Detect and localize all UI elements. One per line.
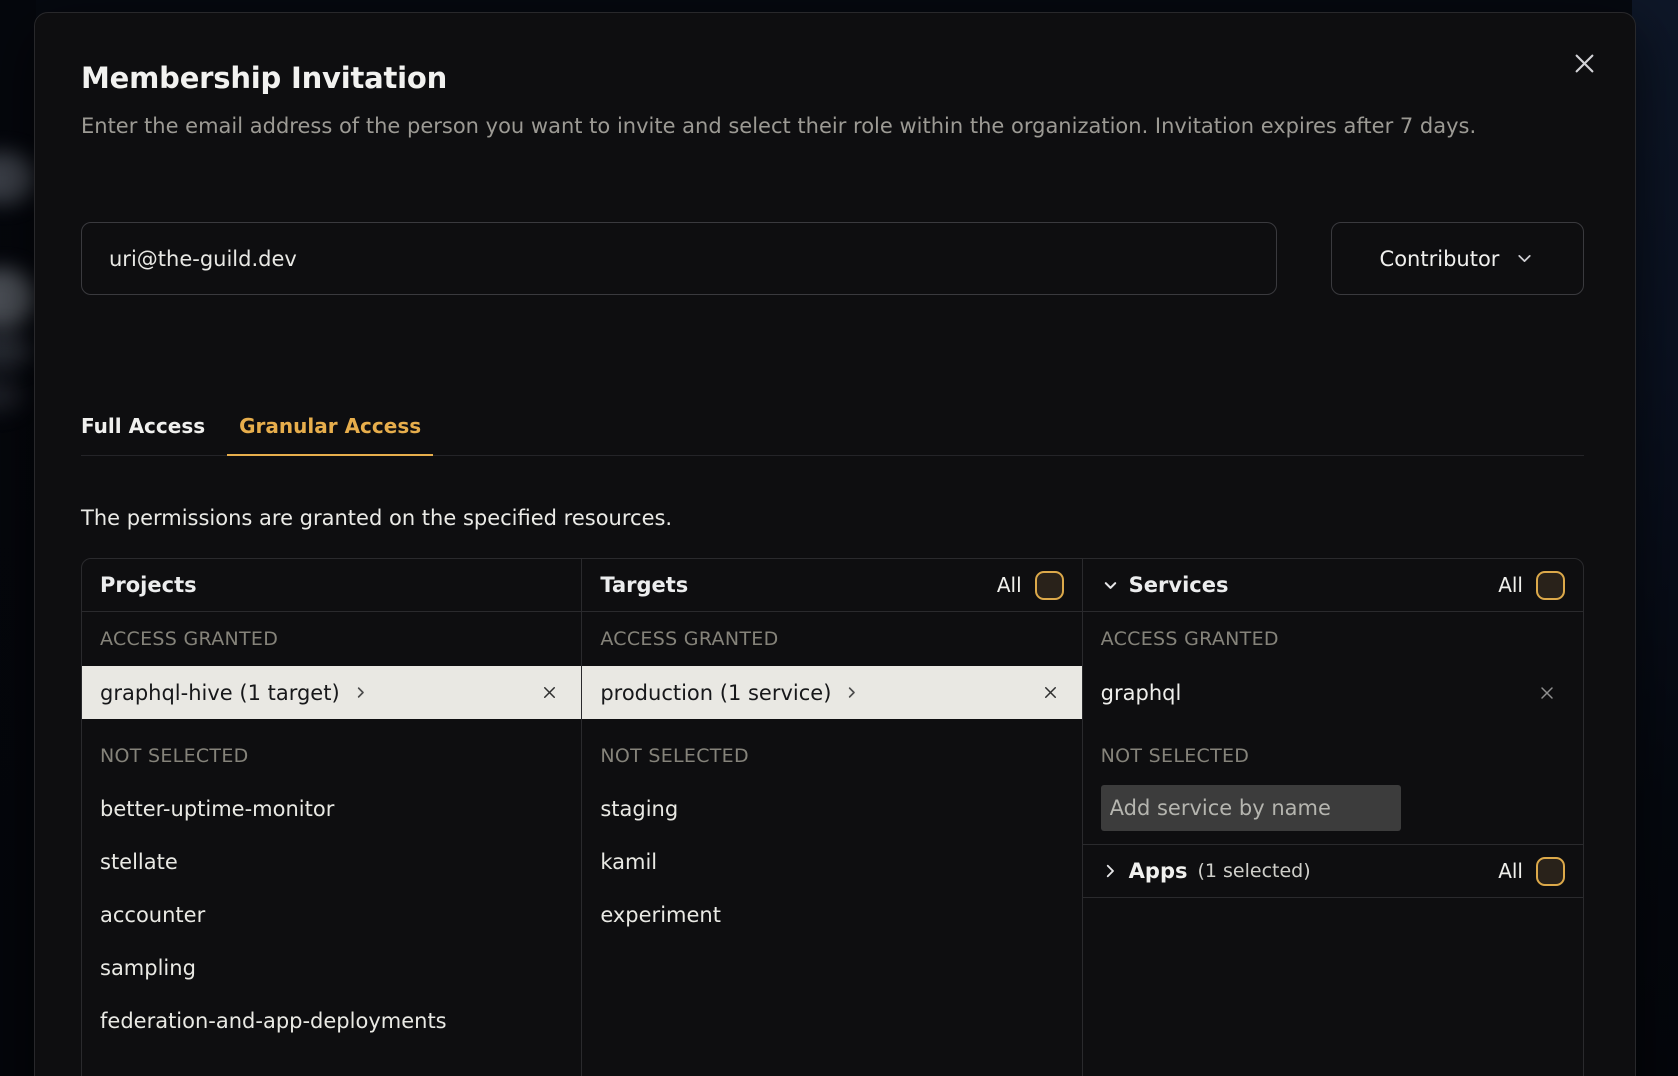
permissions-note: The permissions are granted on the speci… [81, 506, 672, 530]
target-granted-row[interactable]: production (1 service) [582, 666, 1081, 719]
service-granted-label: graphql [1101, 681, 1182, 705]
apps-selected-count: (1 selected) [1197, 860, 1310, 882]
project-item[interactable]: accounter [82, 888, 581, 941]
dialog-description: Enter the email address of the person yo… [81, 108, 1571, 145]
targets-column: Targets All ACCESS GRANTED production (1… [582, 559, 1082, 1076]
not-selected-label: NOT SELECTED [582, 729, 1081, 782]
page-background-right [1632, 0, 1678, 1076]
apps-all-label: All [1498, 859, 1523, 883]
apps-all-checkbox[interactable] [1536, 857, 1565, 886]
chevron-right-icon [353, 685, 368, 700]
service-granted-row: graphql [1083, 666, 1583, 719]
targets-all-checkbox[interactable] [1035, 571, 1064, 600]
tab-full-access[interactable]: Full Access [81, 414, 205, 455]
not-selected-label: NOT SELECTED [1083, 729, 1583, 782]
resources-table: Projects ACCESS GRANTED graphql-hive (1 … [81, 558, 1584, 1076]
access-tabs: Full Access Granular Access [81, 414, 1584, 456]
invite-email-input[interactable] [81, 222, 1277, 295]
page-background-left [0, 0, 36, 1076]
close-button[interactable] [1567, 46, 1601, 80]
target-item[interactable]: staging [582, 782, 1081, 835]
access-granted-label: ACCESS GRANTED [582, 612, 1081, 666]
project-granted-row[interactable]: graphql-hive (1 target) [82, 666, 581, 719]
project-item[interactable]: sampling [82, 941, 581, 994]
role-select-value: Contributor [1380, 247, 1500, 271]
add-service-input[interactable] [1101, 785, 1401, 831]
services-header[interactable]: Services All [1083, 559, 1583, 612]
projects-header-label: Projects [100, 573, 197, 597]
project-item[interactable]: federation-and-app-deployments [82, 994, 581, 1047]
access-granted-label: ACCESS GRANTED [1083, 612, 1583, 666]
apps-header-label: Apps [1129, 859, 1188, 883]
target-granted-label: production (1 service) [600, 681, 831, 705]
project-granted-label: graphql-hive (1 target) [100, 681, 340, 705]
chevron-down-icon [1514, 248, 1535, 269]
services-header-label: Services [1129, 573, 1229, 597]
background-blur-blob [0, 152, 36, 204]
close-icon [1571, 50, 1598, 77]
close-icon [1041, 683, 1060, 702]
services-all-label: All [1498, 573, 1523, 597]
targets-all-label: All [997, 573, 1022, 597]
remove-service-button[interactable] [1537, 683, 1557, 703]
targets-header: Targets All [582, 559, 1081, 612]
target-item[interactable]: kamil [582, 835, 1081, 888]
services-all-checkbox[interactable] [1536, 571, 1565, 600]
targets-header-label: Targets [600, 573, 688, 597]
dialog-title: Membership Invitation [81, 61, 447, 95]
project-item[interactable]: stellate [82, 835, 581, 888]
tab-granular-access[interactable]: Granular Access [227, 414, 433, 456]
services-section: ACCESS GRANTED graphql NOT SELECTED [1083, 612, 1583, 845]
close-icon [1537, 683, 1557, 703]
access-granted-label: ACCESS GRANTED [82, 612, 581, 666]
projects-column: Projects ACCESS GRANTED graphql-hive (1 … [82, 559, 582, 1076]
projects-header: Projects [82, 559, 581, 612]
not-selected-label: NOT SELECTED [82, 729, 581, 782]
membership-invitation-dialog: Membership Invitation Enter the email ad… [34, 12, 1636, 1076]
background-blur-blob [0, 330, 32, 370]
background-blur-blob [0, 378, 24, 412]
services-column: Services All ACCESS GRANTED graphql [1083, 559, 1583, 1076]
remove-project-button[interactable] [540, 683, 559, 702]
background-blur-blob [0, 268, 36, 328]
chevron-down-icon [1101, 576, 1120, 595]
close-icon [540, 683, 559, 702]
role-select[interactable]: Contributor [1331, 222, 1584, 295]
target-item[interactable]: experiment [582, 888, 1081, 941]
chevron-right-icon [844, 685, 859, 700]
apps-section-row[interactable]: Apps (1 selected) All [1083, 845, 1583, 898]
project-item[interactable]: better-uptime-monitor [82, 782, 581, 835]
chevron-right-icon [1101, 862, 1119, 880]
remove-target-button[interactable] [1041, 683, 1060, 702]
